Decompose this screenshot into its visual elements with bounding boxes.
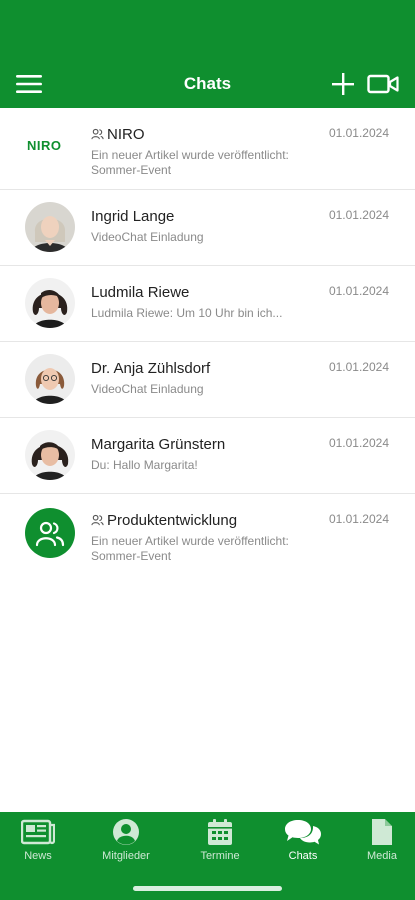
nav-label: Media [367, 850, 397, 862]
nav-item-mitglieder[interactable]: Mitglieder [88, 816, 164, 872]
chat-preview: Ein neuer Artikel wurde veröffentlicht: … [91, 148, 289, 177]
newspaper-icon [21, 819, 55, 845]
chat-row-produktentwicklung[interactable]: Produktentwicklung Ein neuer Artikel wur… [0, 494, 415, 576]
chat-name: Margarita Grünstern [91, 436, 225, 453]
video-camera-icon [367, 74, 399, 94]
video-call-button[interactable] [366, 72, 400, 96]
nav-label: Termine [200, 850, 240, 862]
chat-name-label: Ludmila Riewe [91, 284, 190, 301]
chat-row-ludmila-riewe[interactable]: Ludmila Riewe Ludmila Riewe: Um 10 Uhr b… [0, 266, 415, 342]
avatar [25, 278, 75, 328]
chat-row-ingrid-lange[interactable]: Ingrid Lange VideoChat Einladung 01.01.2… [0, 190, 415, 266]
chat-date: 01.01.2024 [328, 126, 389, 140]
chat-row-niro[interactable]: NIRO NIRO Ein neuer Artikel wurde veröff… [0, 108, 415, 190]
chat-name-label: Dr. Anja Zühlsdorf [91, 360, 211, 377]
nav-item-chats[interactable]: Chats [265, 816, 341, 872]
document-icon [372, 819, 392, 845]
bottom-navigation: News Mitglieder Termine Chats Media [0, 812, 415, 900]
chat-date: 01.01.2024 [328, 360, 389, 374]
chat-date: 01.01.2024 [328, 208, 389, 222]
chat-name-label: Margarita Grünstern [91, 436, 226, 453]
chat-date: 01.01.2024 [328, 436, 389, 450]
chat-date: 01.01.2024 [328, 512, 389, 526]
chat-name-label: NIRO [107, 126, 145, 143]
chat-bubbles-icon [285, 820, 321, 845]
person-circle-icon [113, 819, 139, 845]
nav-item-termine[interactable]: Termine [182, 816, 258, 872]
chat-name-label: Produktentwicklung [107, 512, 238, 529]
chat-name-label: Ingrid Lange [91, 208, 175, 225]
chat-preview: VideoChat Einladung [91, 230, 204, 244]
chat-preview: Ludmila Riewe: Um 10 Uhr bin ich... [91, 306, 283, 320]
chat-row-margarita-gruenstern[interactable]: Margarita Grünstern Du: Hallo Margarita!… [0, 418, 415, 494]
chat-row-anja-zuehlsdorf[interactable]: Dr. Anja Zühlsdorf VideoChat Einladung 0… [0, 342, 415, 418]
chat-name: Ingrid Lange [91, 208, 174, 225]
niro-logo: NIRO [27, 138, 62, 153]
nav-label: Mitglieder [102, 850, 150, 862]
plus-icon [332, 73, 354, 95]
new-chat-button[interactable] [330, 70, 356, 98]
nav-label: Chats [288, 850, 318, 862]
avatar [25, 202, 75, 252]
avatar [25, 354, 75, 404]
nav-item-media[interactable]: Media [344, 816, 415, 872]
group-avatar [25, 508, 75, 558]
chat-preview: Ein neuer Artikel wurde veröffentlicht: … [91, 534, 289, 563]
chat-preview: Du: Hallo Margarita! [91, 458, 198, 472]
app-bar: Chats [0, 60, 415, 108]
avatar [25, 430, 75, 480]
chat-name: Dr. Anja Zühlsdorf [91, 360, 210, 377]
group-icon [91, 128, 104, 140]
group-icon [91, 514, 104, 526]
chat-name: Ludmila Riewe [91, 284, 189, 301]
group-icon [35, 521, 65, 547]
chat-name: Produktentwicklung [91, 512, 237, 529]
status-bar-area [0, 0, 415, 60]
chat-date: 01.01.2024 [328, 284, 389, 298]
home-indicator [133, 886, 282, 891]
chat-name: NIRO [91, 126, 145, 143]
chat-list: NIRO NIRO Ein neuer Artikel wurde veröff… [0, 108, 415, 576]
nav-item-news[interactable]: News [0, 816, 76, 872]
chat-preview: VideoChat Einladung [91, 382, 204, 396]
nav-label: News [24, 850, 52, 862]
calendar-icon [208, 819, 232, 845]
